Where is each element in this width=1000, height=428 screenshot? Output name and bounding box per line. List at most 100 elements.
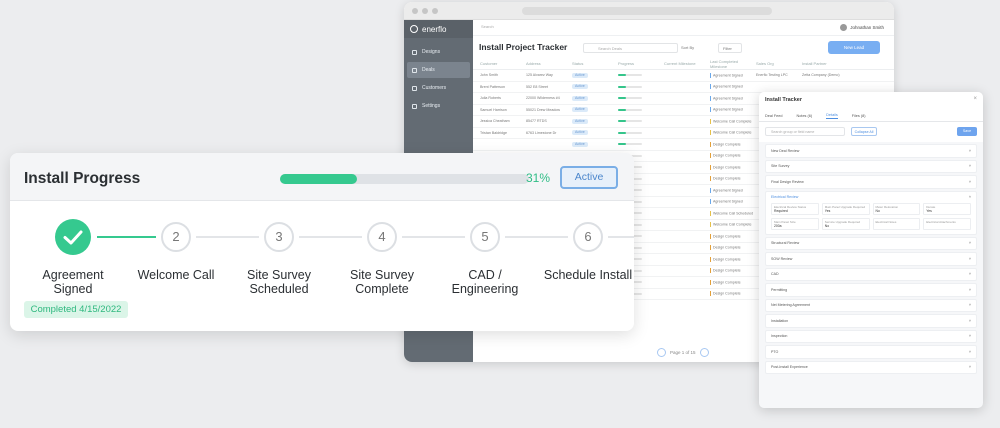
filter-button[interactable]: Filter: [718, 43, 742, 53]
section-label: Installation: [771, 318, 789, 323]
user-menu[interactable]: Johnathan Smith: [840, 24, 884, 31]
column-header[interactable]: Status: [572, 61, 618, 66]
last-milestone-cell: Design Complete: [710, 256, 756, 262]
tab-deal-feed[interactable]: Deal Feed: [765, 114, 783, 118]
form-field[interactable]: Derate Yes: [923, 202, 971, 215]
column-header[interactable]: Customer: [480, 61, 526, 66]
section-row[interactable]: CAD ˅: [765, 267, 977, 281]
step-circle[interactable]: 2: [161, 222, 191, 252]
tab-notes[interactable]: Notes (6): [797, 114, 813, 118]
status-badge[interactable]: Active: [560, 166, 618, 189]
chevron-down-icon[interactable]: ˅: [969, 350, 971, 354]
chevron-down-icon[interactable]: ˅: [969, 241, 971, 245]
section-row[interactable]: Net Metering Agreement ˅: [765, 298, 977, 312]
section-row[interactable]: Structural Review ˅: [765, 236, 977, 250]
section-row[interactable]: Inspection ˅: [765, 329, 977, 343]
chevron-down-icon[interactable]: ˅: [969, 334, 971, 338]
form-field[interactable]: Service Upgrade Required No: [821, 217, 870, 230]
step-circle[interactable]: 3: [264, 222, 294, 252]
sidebar-item-designs[interactable]: Designs: [407, 44, 470, 60]
section-row[interactable]: Final Design Review ˅: [765, 175, 977, 189]
section-header[interactable]: CAD ˅: [771, 272, 971, 276]
section-row[interactable]: Permitting ˅: [765, 283, 977, 297]
form-field[interactable]: Electrical Notes: [872, 217, 921, 230]
chevron-down-icon[interactable]: ˅: [969, 180, 971, 184]
chevron-up-icon[interactable]: ˄: [969, 195, 971, 199]
section-row[interactable]: SOW Review ˅: [765, 252, 977, 266]
step-complete-icon[interactable]: [55, 219, 91, 255]
section-header[interactable]: Electrical Review ˄: [771, 195, 971, 199]
section-header[interactable]: Installation ˅: [771, 319, 971, 323]
url-bar[interactable]: [522, 7, 772, 15]
section-row[interactable]: Site Survey ˅: [765, 159, 977, 173]
save-button[interactable]: Save: [957, 127, 977, 136]
milestone-text: Agreement Signed: [713, 73, 743, 78]
section-header[interactable]: Final Design Review ˅: [771, 180, 971, 184]
column-header[interactable]: Last Completed Milestone: [710, 59, 756, 69]
column-header[interactable]: Address: [526, 61, 572, 66]
milestone-text: Agreement Signed: [713, 107, 743, 112]
step-circle[interactable]: 6: [573, 222, 603, 252]
column-header[interactable]: Sales Org: [756, 61, 802, 66]
next-page-button[interactable]: [699, 348, 709, 357]
window-controls[interactable]: [412, 8, 438, 14]
section-row[interactable]: Installation ˅: [765, 314, 977, 328]
chevron-down-icon[interactable]: ˅: [969, 257, 971, 261]
chevron-down-icon[interactable]: ˅: [969, 288, 971, 292]
step-circle[interactable]: 4: [367, 222, 397, 252]
section-header[interactable]: Site Survey ˅: [771, 164, 971, 168]
chevron-down-icon[interactable]: ˅: [969, 272, 971, 276]
table-row[interactable]: John Smith 125 Alvarez Way Active Agreement…: [473, 70, 894, 82]
last-milestone-cell: Design Complete: [710, 164, 756, 170]
global-search[interactable]: Search: [481, 24, 494, 29]
tab-details[interactable]: Details: [826, 113, 838, 119]
close-icon[interactable]: ×: [973, 96, 977, 102]
mini-progress-fill: [618, 120, 626, 123]
sidebar-item-deals[interactable]: Deals: [407, 62, 470, 78]
form-field[interactable]: Meter Relocation No: [872, 202, 921, 215]
form-field[interactable]: Electrical Attachments: [923, 217, 971, 230]
section-row[interactable]: PTO ˅: [765, 345, 977, 359]
step-circle[interactable]: 5: [470, 222, 500, 252]
collapse-all-button[interactable]: Collapse All: [851, 127, 877, 136]
chevron-down-icon[interactable]: ˅: [969, 319, 971, 323]
mini-progress-bar: [618, 85, 642, 88]
section-header[interactable]: Structural Review ˅: [771, 241, 971, 245]
sort-by-dropdown[interactable]: Sort By: [681, 45, 694, 50]
section-header[interactable]: Inspection ˅: [771, 334, 971, 338]
column-header[interactable]: Progress: [618, 61, 664, 66]
chevron-down-icon[interactable]: ˅: [969, 164, 971, 168]
new-lead-button[interactable]: New Lead: [828, 41, 880, 54]
section-header[interactable]: Net Metering Agreement ˅: [771, 303, 971, 307]
tab-files[interactable]: Files (8): [852, 114, 866, 118]
step-label: Welcome Call: [137, 268, 215, 282]
sidebar-item-settings[interactable]: Settings: [407, 98, 470, 114]
milestone-text: Agreement Signed: [713, 96, 743, 101]
last-milestone-cell: Design Complete: [710, 233, 756, 239]
browser-bar: [404, 2, 894, 20]
sidebar-item-customers[interactable]: Customers: [407, 80, 470, 96]
column-header[interactable]: Install Partner: [802, 61, 848, 66]
section-header[interactable]: SOW Review ˅: [771, 257, 971, 261]
field-value: Yes: [926, 208, 932, 213]
chevron-down-icon[interactable]: ˅: [969, 303, 971, 307]
chevron-down-icon[interactable]: ˅: [969, 365, 971, 369]
section-row[interactable]: Electrical Review ˄ Electrical Review Stat…: [765, 190, 977, 235]
section-row[interactable]: New Deal Review ˅: [765, 144, 977, 158]
section-header[interactable]: New Deal Review ˅: [771, 149, 971, 153]
deal-search-input[interactable]: Search Deals: [583, 43, 678, 53]
field-search-input[interactable]: Search group or field name: [765, 127, 845, 136]
section-row[interactable]: Post-Install Experience ˅: [765, 360, 977, 374]
address-cell: 22000 Wilderness #4: [526, 96, 560, 101]
chevron-down-icon[interactable]: ˅: [969, 149, 971, 153]
section-header[interactable]: Permitting ˅: [771, 288, 971, 292]
form-field[interactable]: Electrical Review Status Required: [771, 202, 819, 215]
prev-page-button[interactable]: [657, 348, 666, 357]
progress-cell: [618, 96, 664, 100]
form-field[interactable]: Main Panel Upgrade Required Yes: [821, 202, 870, 215]
section-header[interactable]: PTO ˅: [771, 350, 971, 354]
brand-logo[interactable]: enerflo: [404, 20, 473, 38]
column-header[interactable]: Current Milestone: [664, 61, 710, 66]
form-field[interactable]: Main Panel Size 200a: [771, 217, 819, 230]
section-header[interactable]: Post-Install Experience ˅: [771, 365, 971, 369]
